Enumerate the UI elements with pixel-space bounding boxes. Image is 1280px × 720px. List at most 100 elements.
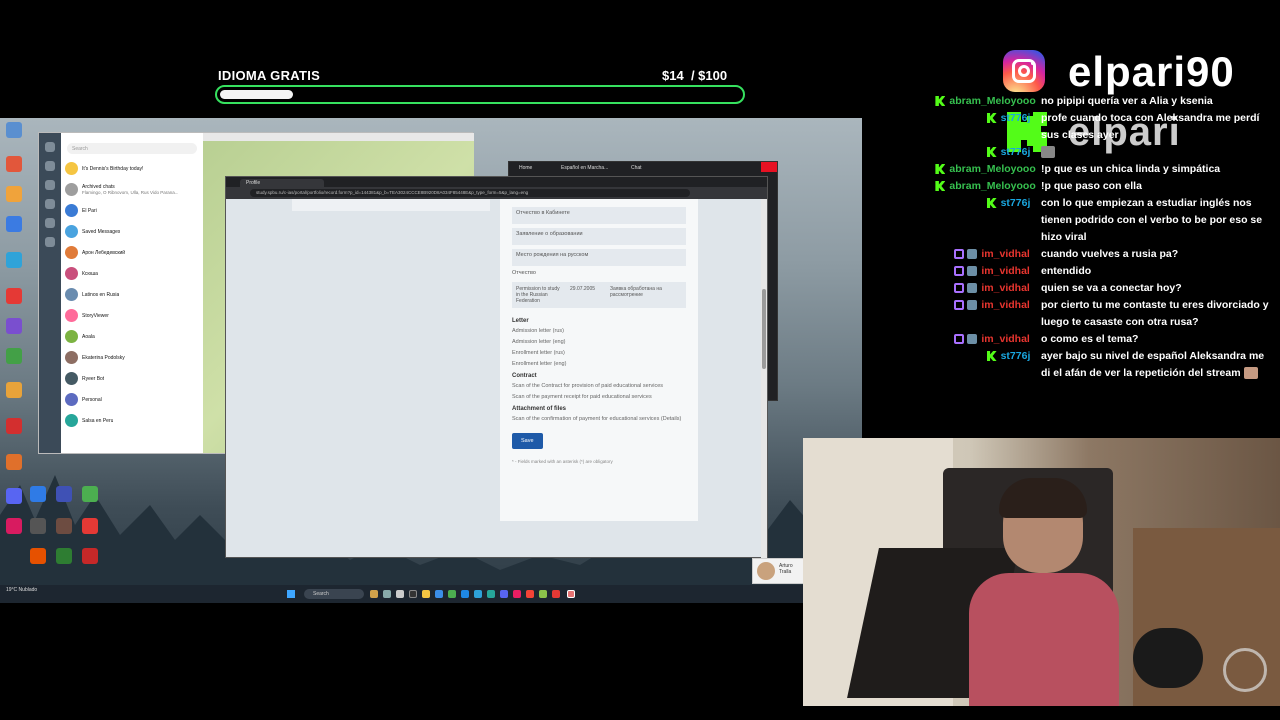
- form-field[interactable]: Отчество в Кабинете: [512, 207, 686, 224]
- desktop-shortcut-icon[interactable]: [82, 548, 98, 564]
- form-field[interactable]: Место рождения на русском: [512, 249, 686, 266]
- taskbar-app-icon[interactable]: [461, 590, 469, 598]
- browser-back-tab[interactable]: Home: [519, 165, 532, 171]
- letter-heading: Letter: [512, 318, 529, 324]
- attachment-link[interactable]: Scan of the confirmation of payment for …: [512, 416, 686, 422]
- chat-username[interactable]: abram_Meloyooo: [949, 178, 1035, 195]
- chat-username[interactable]: st776j: [1001, 110, 1031, 127]
- contract-link[interactable]: Scan of the Contract for provision of pa…: [512, 383, 686, 389]
- chat-username[interactable]: im_vidhal: [981, 246, 1029, 263]
- contract-heading: Contract: [512, 373, 537, 379]
- letter-link[interactable]: Admission letter (eng): [512, 339, 686, 345]
- taskbar-app-icon[interactable]: [422, 590, 430, 598]
- desktop-shortcut-icon[interactable]: [56, 548, 72, 564]
- taskbar-app-icon[interactable]: [526, 590, 534, 598]
- notification-toast[interactable]: Arturo Tralla: [752, 558, 804, 584]
- desktop-shortcut-icon[interactable]: [30, 548, 46, 564]
- telegram-chat-item[interactable]: Salsa en Peru: [61, 410, 203, 431]
- desktop-shortcut-icon[interactable]: [6, 318, 22, 334]
- telegram-chat-item[interactable]: Latinos en Rusia: [61, 284, 203, 305]
- desktop-shortcut-icon[interactable]: [56, 486, 72, 502]
- letter-link[interactable]: Enrollment letter (rus): [512, 350, 686, 356]
- taskbar-search[interactable]: Search: [304, 589, 364, 599]
- telegram-chat-item[interactable]: StoryViewer: [61, 305, 203, 326]
- browser-back-tab[interactable]: Chat: [631, 165, 642, 171]
- letter-link[interactable]: Enrollment letter (eng): [512, 361, 686, 367]
- address-bar[interactable]: study.spbu.ru/c-ias/portal/portfolio/rec…: [250, 189, 690, 197]
- chat-username[interactable]: abram_Meloyooo: [949, 93, 1035, 110]
- taskbar-app-icon[interactable]: [383, 590, 391, 598]
- taskbar-app-icon[interactable]: [552, 590, 560, 598]
- telegram-chat-item[interactable]: Aoala: [61, 326, 203, 347]
- taskbar-app-icon[interactable]: [500, 590, 508, 598]
- weather-widget[interactable]: 19°C Nublado: [6, 587, 37, 593]
- letter-link[interactable]: Admission letter (rus): [512, 328, 686, 334]
- desktop-shortcut-icon[interactable]: [6, 382, 22, 398]
- chat-username[interactable]: abram_Meloyooo: [949, 161, 1035, 178]
- taskbar-app-icon[interactable]: [435, 590, 443, 598]
- desktop-shortcut-icon[interactable]: [6, 348, 22, 364]
- desktop-shortcut-icon[interactable]: [6, 216, 22, 232]
- desktop-shortcut-icon[interactable]: [6, 418, 22, 434]
- windows-start-icon[interactable]: [287, 590, 295, 598]
- telegram-chat-item[interactable]: It's Dennis's Birthday today!: [61, 158, 203, 179]
- desktop-shortcut-icon[interactable]: [6, 252, 22, 268]
- form-field[interactable]: Отчество: [512, 270, 686, 276]
- microphone: [1133, 628, 1203, 688]
- desktop-shortcut-icon[interactable]: [6, 454, 22, 470]
- desktop-shortcut-icon[interactable]: [6, 488, 22, 504]
- desktop-shortcut-icon[interactable]: [6, 156, 22, 172]
- telegram-chat-item[interactable]: Ryeer Bot: [61, 368, 203, 389]
- taskbar-app-icon[interactable]: [409, 590, 417, 598]
- scrollbar-thumb[interactable]: [762, 289, 766, 369]
- chat-username[interactable]: st776j: [1001, 195, 1031, 212]
- desktop-shortcut-icon[interactable]: [6, 518, 22, 534]
- desktop-shortcut-icon[interactable]: [82, 486, 98, 502]
- browser-back-tab[interactable]: Español en Marcha...: [561, 165, 608, 171]
- telegram-chat-item[interactable]: Ekaterina Podolsky: [61, 347, 203, 368]
- telegram-chat-item[interactable]: Saved Messages: [61, 221, 203, 242]
- taskbar-app-icon[interactable]: [513, 590, 521, 598]
- chat-username[interactable]: im_vidhal: [981, 263, 1029, 280]
- telegram-chat-item[interactable]: Personal: [61, 389, 203, 410]
- telegram-chat-item[interactable]: El Pari: [61, 200, 203, 221]
- folder-icon[interactable]: [45, 180, 55, 190]
- telegram-chat-item[interactable]: Ксюша: [61, 263, 203, 284]
- telegram-search-input[interactable]: Search: [67, 143, 197, 154]
- chat-username[interactable]: im_vidhal: [981, 297, 1029, 314]
- taskbar-app-icon[interactable]: [567, 590, 575, 598]
- taskbar-app-icon[interactable]: [539, 590, 547, 598]
- desktop-shortcut-icon[interactable]: [56, 518, 72, 534]
- desktop-shortcut-icon[interactable]: [6, 122, 22, 138]
- taskbar-app-icon[interactable]: [487, 590, 495, 598]
- kick-badge-icon: [986, 198, 997, 208]
- taskbar-app-icon[interactable]: [474, 590, 482, 598]
- desktop-shortcut-icon[interactable]: [82, 518, 98, 534]
- form-field[interactable]: Заявление о образовании: [512, 228, 686, 245]
- chat-username[interactable]: im_vidhal: [981, 331, 1029, 348]
- menu-icon[interactable]: [45, 142, 55, 152]
- telegram-chat-item[interactable]: Archived chats Flamingo, O Ribnovom, Ulla…: [61, 179, 203, 200]
- folder-icon[interactable]: [45, 199, 55, 209]
- contract-link[interactable]: Scan of the payment receipt for paid edu…: [512, 394, 686, 400]
- folder-icon[interactable]: [45, 237, 55, 247]
- page-scrollbar[interactable]: [761, 199, 767, 559]
- save-button[interactable]: Save: [512, 433, 543, 449]
- desktop-shortcut-icon[interactable]: [6, 186, 22, 202]
- folder-icon[interactable]: [45, 161, 55, 171]
- chat-username[interactable]: st776j: [1001, 348, 1031, 365]
- taskbar-app-icon[interactable]: [448, 590, 456, 598]
- chat-username[interactable]: im_vidhal: [981, 280, 1029, 297]
- chat-username[interactable]: st776j: [1001, 144, 1031, 161]
- telegram-chat-item[interactable]: Арон Лебедевский: [61, 242, 203, 263]
- desktop-shortcut-icon[interactable]: [6, 288, 22, 304]
- desktop-shortcut-icon[interactable]: [30, 518, 46, 534]
- folder-icon[interactable]: [45, 218, 55, 228]
- taskbar-app-icon[interactable]: [370, 590, 378, 598]
- telegram-chat-name: Ксюша: [82, 270, 98, 277]
- avatar: [65, 204, 78, 217]
- desktop-shortcut-icon[interactable]: [30, 486, 46, 502]
- taskbar-app-icon[interactable]: [396, 590, 404, 598]
- close-icon[interactable]: [761, 162, 777, 172]
- browser-tab[interactable]: Profile: [240, 179, 324, 187]
